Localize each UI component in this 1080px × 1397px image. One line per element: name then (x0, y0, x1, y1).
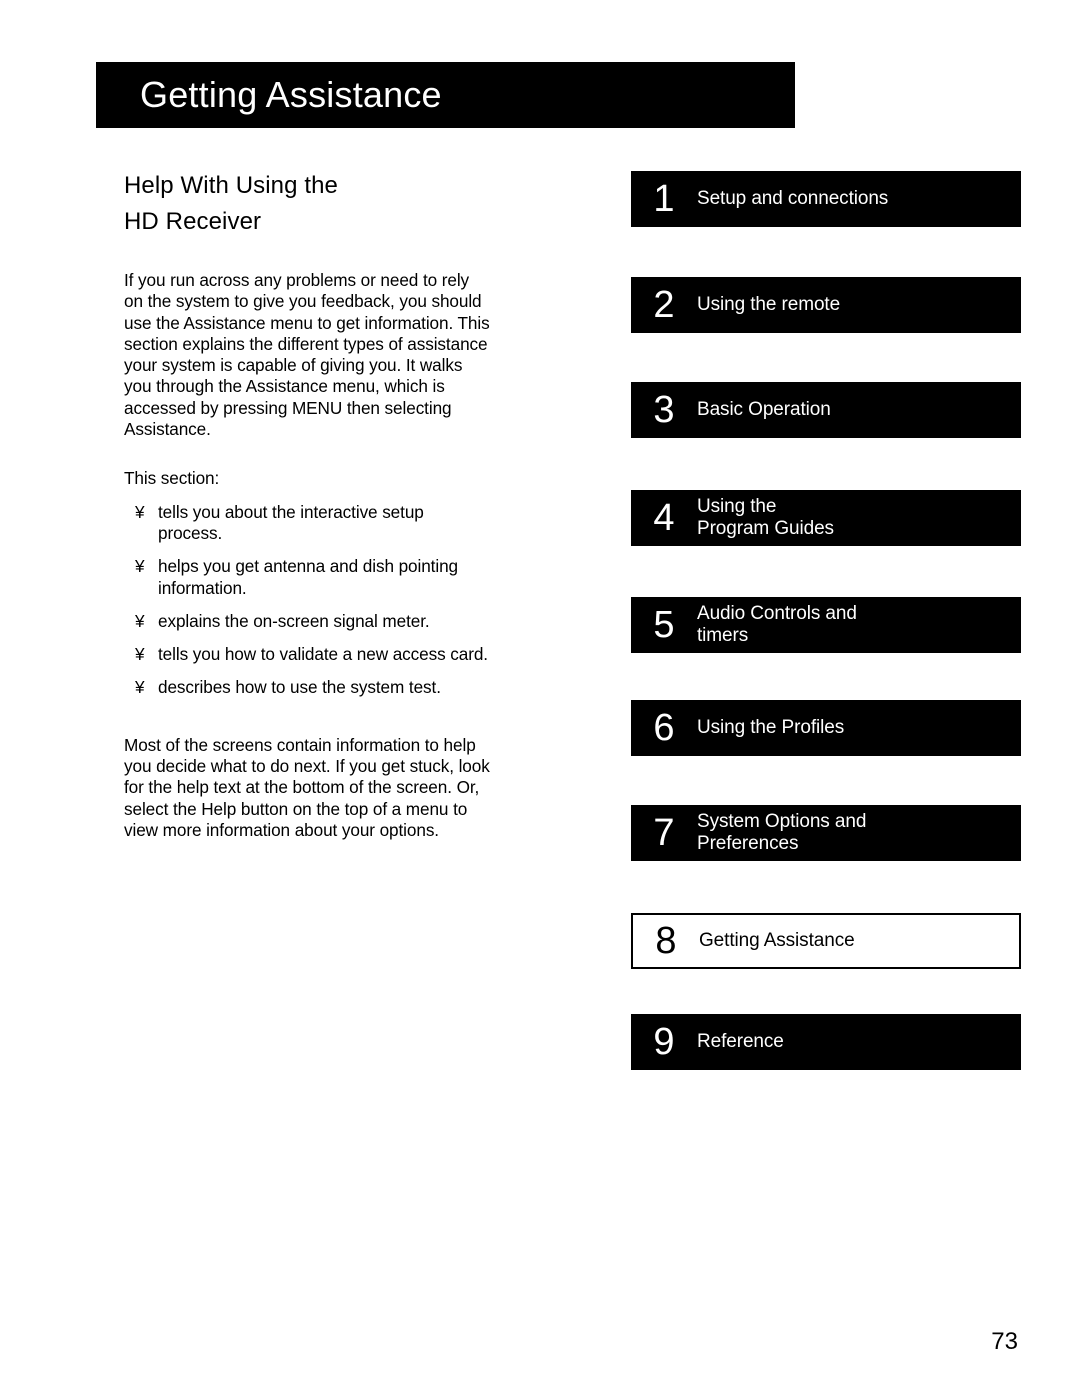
list-item: ¥ explains the on-screen signal meter. (124, 611, 492, 632)
tab-number: 8 (655, 920, 677, 962)
tab-label: Audio Controls and timers (697, 603, 857, 646)
tab-number: 3 (653, 389, 675, 431)
list-item-text: helps you get antenna and dish pointing … (158, 556, 458, 598)
bullet-icon: ¥ (135, 556, 145, 577)
tab-basic-operation[interactable]: 3 Basic Operation (631, 382, 1021, 438)
tab-label: Setup and connections (697, 188, 889, 209)
list-item-text: tells you how to validate a new access c… (158, 644, 488, 665)
section-heading-line-1: Help With Using the (124, 172, 338, 199)
list-item: ¥ tells you how to validate a new access… (124, 644, 492, 665)
tab-label: Using the Program Guides (697, 496, 834, 539)
page-title-banner: Getting Assistance (96, 62, 795, 128)
tab-using-the-program-guides[interactable]: 4 Using the Program Guides (631, 490, 1021, 546)
page-number: 73 (991, 1328, 1018, 1355)
tab-audio-controls-and-timers[interactable]: 5 Audio Controls and timers (631, 597, 1021, 653)
tab-setup-and-connections[interactable]: 1 Setup and connections (631, 171, 1021, 227)
tab-label: Reference (697, 1031, 784, 1052)
left-content-column: Help With Using the HD Receiver If you r… (124, 168, 492, 841)
closing-paragraph: Most of the screens contain information … (124, 734, 490, 840)
page-title: Getting Assistance (140, 74, 442, 115)
tab-number: 5 (653, 604, 675, 646)
list-item: ¥ tells you about the interactive setup … (124, 502, 492, 545)
tab-label: Basic Operation (697, 399, 831, 420)
bullet-icon: ¥ (135, 677, 145, 698)
tab-label: Using the Profiles (697, 717, 845, 738)
list-intro-label: This section: (124, 468, 220, 489)
tab-label: System Options and Preferences (697, 811, 867, 854)
tab-system-options-and-preferences[interactable]: 7 System Options and Preferences (631, 805, 1021, 861)
tab-label: Getting Assistance (699, 930, 855, 951)
tab-number: 2 (653, 284, 675, 326)
list-item-text: explains the on-screen signal meter. (158, 610, 430, 631)
tab-number: 1 (653, 178, 675, 220)
bullet-icon: ¥ (135, 501, 145, 522)
feature-bullet-list: ¥ tells you about the interactive setup … (124, 502, 492, 699)
tab-number: 9 (653, 1021, 675, 1063)
list-item: ¥ describes how to use the system test. (124, 677, 492, 698)
tab-number: 7 (653, 812, 675, 854)
tab-reference[interactable]: 9 Reference (631, 1014, 1021, 1070)
section-heading: Help With Using the HD Receiver (124, 168, 492, 240)
tab-number: 6 (653, 707, 675, 749)
tab-using-the-profiles[interactable]: 6 Using the Profiles (631, 700, 1021, 756)
tab-number: 4 (653, 497, 675, 539)
list-item-text: describes how to use the system test. (158, 677, 441, 698)
bullet-icon: ¥ (135, 644, 145, 665)
bullet-icon: ¥ (135, 610, 145, 631)
tab-label: Using the remote (697, 294, 841, 315)
section-heading-line-2: HD Receiver (124, 208, 262, 235)
intro-paragraph: If you run across any problems or need t… (124, 270, 490, 440)
list-item-text: tells you about the interactive setup pr… (158, 501, 424, 543)
tab-getting-assistance[interactable]: 8 Getting Assistance (631, 913, 1021, 969)
tab-using-the-remote[interactable]: 2 Using the remote (631, 277, 1021, 333)
list-item: ¥ helps you get antenna and dish pointin… (124, 556, 492, 599)
